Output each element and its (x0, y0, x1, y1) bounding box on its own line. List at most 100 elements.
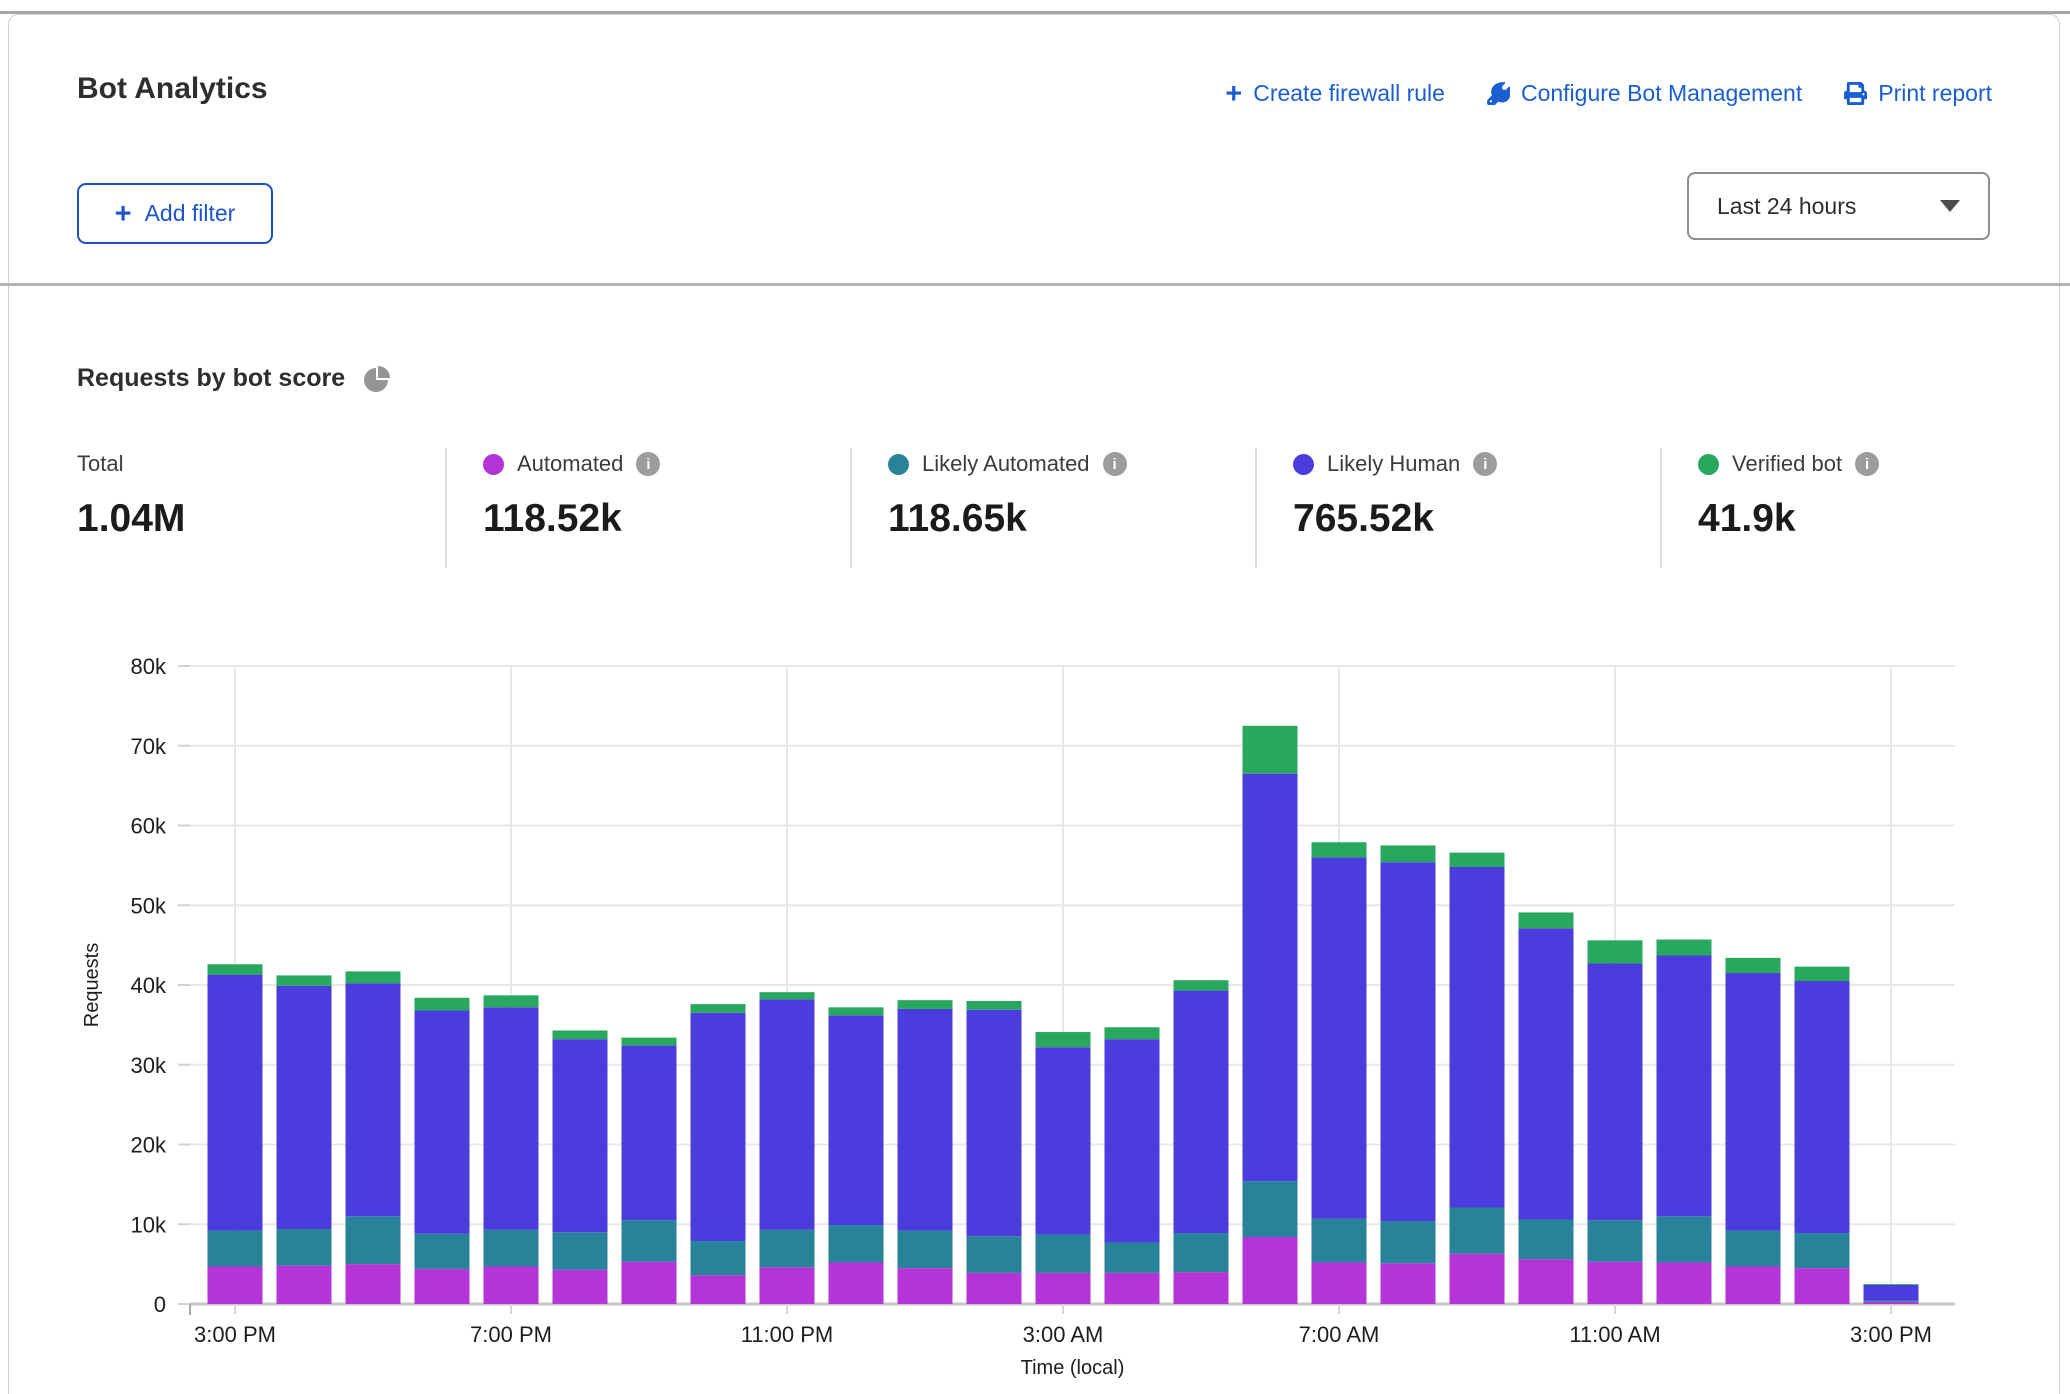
bar-segment[interactable] (1450, 1254, 1505, 1304)
bar-segment[interactable] (277, 1229, 332, 1266)
bar-segment[interactable] (484, 1267, 539, 1304)
bar-segment[interactable] (1450, 853, 1505, 867)
bar-segment[interactable] (553, 1030, 608, 1039)
bar-segment[interactable] (1726, 1267, 1781, 1304)
bar-segment[interactable] (1312, 1263, 1367, 1304)
bar-segment[interactable] (1726, 973, 1781, 1231)
bar-segment[interactable] (1174, 991, 1229, 1233)
bar-segment[interactable] (1726, 1231, 1781, 1267)
bar-segment[interactable] (1450, 1208, 1505, 1254)
bar-segment[interactable] (967, 1236, 1022, 1273)
bar-segment[interactable] (1726, 958, 1781, 973)
info-icon[interactable] (1473, 452, 1497, 476)
bar-segment[interactable] (1312, 842, 1367, 857)
bar-segment[interactable] (277, 986, 332, 1229)
bar-segment[interactable] (1657, 955, 1712, 1216)
info-icon[interactable] (1103, 452, 1127, 476)
bar-segment[interactable] (1519, 912, 1574, 928)
bar-segment[interactable] (1657, 1263, 1712, 1304)
bar-segment[interactable] (553, 1039, 608, 1232)
bar-segment[interactable] (1519, 1259, 1574, 1304)
bar-segment[interactable] (208, 964, 263, 974)
bar-segment[interactable] (829, 1263, 884, 1304)
bar-segment[interactable] (1795, 1268, 1850, 1304)
bar-segment[interactable] (829, 1007, 884, 1015)
bar-segment[interactable] (553, 1232, 608, 1269)
bar-segment[interactable] (760, 999, 815, 1229)
bar-segment[interactable] (691, 1275, 746, 1304)
bar-segment[interactable] (691, 1013, 746, 1241)
bar-segment[interactable] (1381, 1221, 1436, 1263)
bar-segment[interactable] (760, 1267, 815, 1304)
bar-segment[interactable] (1588, 940, 1643, 963)
bar-segment[interactable] (1864, 1302, 1919, 1304)
bar-segment[interactable] (1105, 1243, 1160, 1273)
bar-segment[interactable] (484, 995, 539, 1007)
bar-segment[interactable] (1036, 1235, 1091, 1273)
bar-segment[interactable] (553, 1270, 608, 1304)
bar-segment[interactable] (691, 1241, 746, 1275)
bar-segment[interactable] (1519, 928, 1574, 1219)
add-filter-button[interactable]: Add filter (77, 183, 273, 244)
bar-segment[interactable] (1450, 867, 1505, 1208)
bar-segment[interactable] (1243, 726, 1298, 774)
bar-segment[interactable] (346, 971, 401, 983)
info-icon[interactable] (636, 452, 660, 476)
bar-segment[interactable] (1243, 774, 1298, 1182)
bar-segment[interactable] (346, 1264, 401, 1304)
bar-segment[interactable] (1174, 1272, 1229, 1304)
bar-segment[interactable] (1519, 1219, 1574, 1259)
bar-segment[interactable] (967, 1273, 1022, 1304)
bar-segment[interactable] (208, 975, 263, 1231)
bar-segment[interactable] (1381, 862, 1436, 1221)
bar-segment[interactable] (1588, 1220, 1643, 1261)
bar-segment[interactable] (1036, 1047, 1091, 1234)
bar-segment[interactable] (277, 975, 332, 985)
info-icon[interactable] (1855, 452, 1879, 476)
bar-segment[interactable] (898, 1009, 953, 1231)
bar-segment[interactable] (898, 1268, 953, 1304)
bar-segment[interactable] (208, 1231, 263, 1267)
bar-segment[interactable] (622, 1220, 677, 1261)
bar-segment[interactable] (829, 1015, 884, 1225)
bar-segment[interactable] (1105, 1027, 1160, 1039)
bar-segment[interactable] (829, 1225, 884, 1262)
bar-segment[interactable] (346, 1216, 401, 1264)
print-report-link[interactable]: Print report (1844, 80, 1992, 107)
bar-segment[interactable] (622, 1262, 677, 1304)
bar-segment[interactable] (1174, 980, 1229, 990)
bar-segment[interactable] (1795, 967, 1850, 981)
bar-segment[interactable] (1174, 1233, 1229, 1272)
bar-segment[interactable] (1243, 1181, 1298, 1237)
bar-segment[interactable] (1657, 940, 1712, 956)
bar-segment[interactable] (415, 998, 470, 1011)
bar-segment[interactable] (760, 992, 815, 999)
create-firewall-rule-link[interactable]: Create firewall rule (1225, 80, 1445, 107)
bar-segment[interactable] (415, 1234, 470, 1269)
bar-segment[interactable] (760, 1230, 815, 1267)
bar-segment[interactable] (1312, 1219, 1367, 1263)
configure-bot-management-link[interactable]: Configure Bot Management (1487, 80, 1802, 107)
bar-segment[interactable] (1381, 1263, 1436, 1304)
bar-segment[interactable] (1381, 845, 1436, 862)
bar-segment[interactable] (484, 1007, 539, 1230)
bar-segment[interactable] (1105, 1039, 1160, 1242)
bar-segment[interactable] (967, 1001, 1022, 1010)
bar-segment[interactable] (1243, 1237, 1298, 1304)
bar-segment[interactable] (484, 1230, 539, 1267)
bar-segment[interactable] (1588, 963, 1643, 1220)
time-range-dropdown[interactable]: Last 24 hours (1687, 172, 1990, 240)
bar-segment[interactable] (898, 1231, 953, 1268)
bar-segment[interactable] (622, 1046, 677, 1221)
bar-segment[interactable] (1864, 1284, 1919, 1285)
bar-segment[interactable] (277, 1266, 332, 1304)
bar-segment[interactable] (1036, 1273, 1091, 1304)
bar-segment[interactable] (1657, 1216, 1712, 1262)
bar-segment[interactable] (898, 1000, 953, 1009)
bar-segment[interactable] (1105, 1273, 1160, 1304)
bar-segment[interactable] (415, 1269, 470, 1304)
bar-segment[interactable] (346, 983, 401, 1216)
bar-segment[interactable] (1864, 1285, 1919, 1300)
bar-segment[interactable] (967, 1010, 1022, 1236)
bar-segment[interactable] (415, 1011, 470, 1234)
